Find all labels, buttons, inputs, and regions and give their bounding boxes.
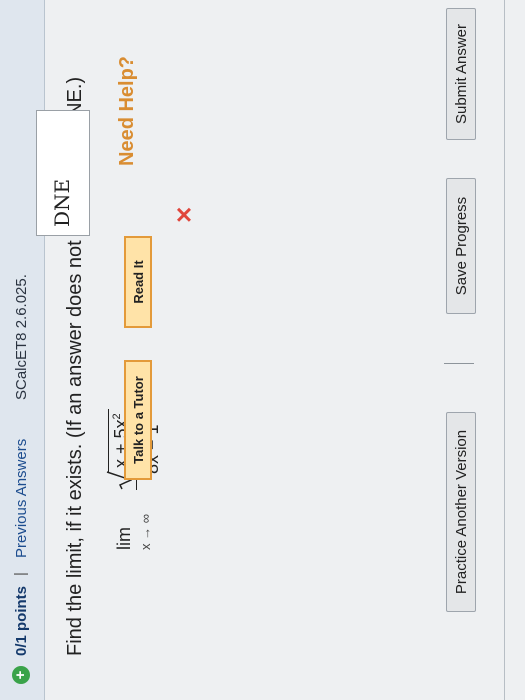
lim-operator: lim: [114, 527, 134, 550]
header-separator: |: [12, 572, 29, 576]
lim-subscript: x → ∞: [138, 514, 153, 550]
points-label: 0/1 points: [13, 585, 30, 656]
action-bar: Submit Answer Save Progress Practice Ano…: [400, 0, 525, 700]
answer-input[interactable]: [47, 119, 77, 227]
question-panel: + 0/1 points | Previous Answers SCalcET8…: [0, 0, 525, 700]
question-source: SCalcET8 2.6.025.: [13, 274, 30, 400]
save-progress-button[interactable]: Save Progress: [446, 178, 476, 314]
talk-to-tutor-button[interactable]: Talk to a Tutor: [124, 360, 152, 480]
question-header: + 0/1 points | Previous Answers SCalcET8…: [0, 0, 45, 700]
radicand-exponent: 2: [111, 413, 123, 420]
answer-box: [36, 110, 90, 236]
action-divider: [444, 363, 474, 364]
plus-circle-icon: +: [12, 666, 30, 684]
need-help-label: Need Help?: [116, 55, 138, 166]
incorrect-x-icon: ✕: [172, 205, 197, 224]
bottom-divider: [504, 0, 505, 700]
previous-answers-link[interactable]: Previous Answers: [13, 439, 30, 558]
practice-another-version-button[interactable]: Practice Another Version: [446, 412, 476, 612]
read-it-button[interactable]: Read It: [124, 236, 152, 328]
submit-answer-button[interactable]: Submit Answer: [446, 8, 476, 140]
